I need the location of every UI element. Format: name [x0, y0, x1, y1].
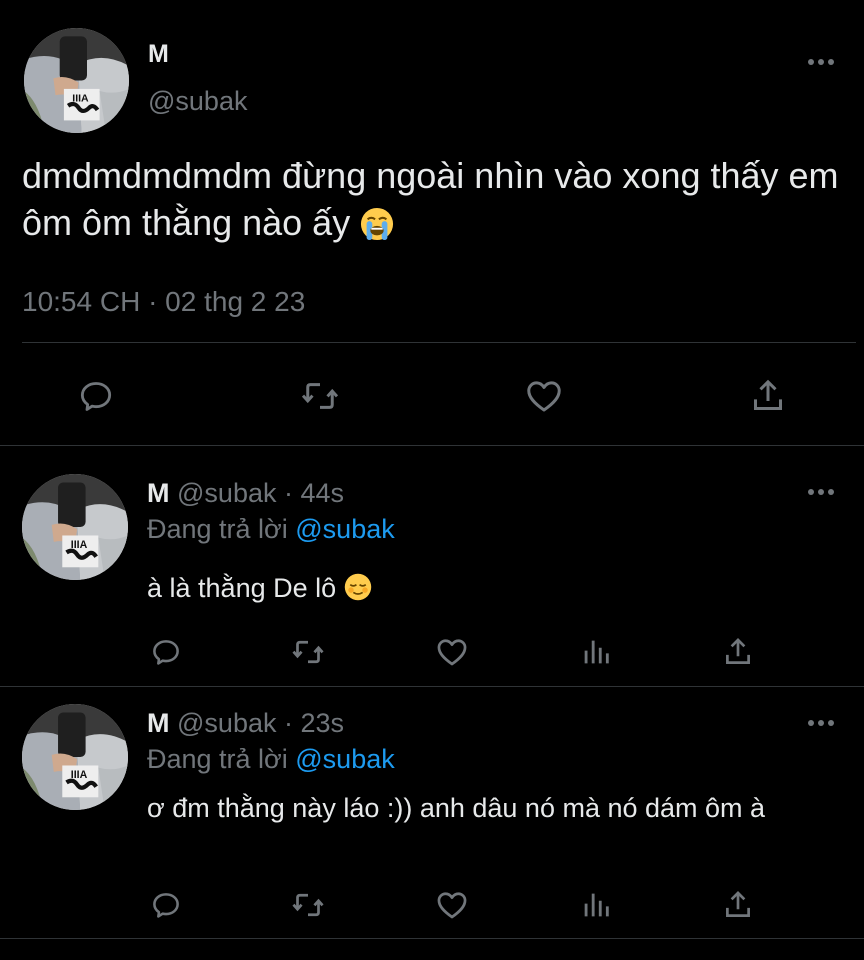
author-handle[interactable]: @subak · 44s: [177, 478, 344, 508]
share-button[interactable]: [718, 883, 758, 927]
replying-to-label: Đang trả lời: [147, 514, 296, 544]
heart-icon: [437, 639, 467, 666]
reply-icon: [80, 382, 112, 411]
heart-icon: [437, 892, 467, 919]
analytics-button[interactable]: [576, 883, 616, 927]
reply-button[interactable]: [146, 883, 186, 927]
author-handle[interactable]: @subak · 23s: [177, 708, 344, 738]
reply-tweet[interactable]: M @subak · 44s Đang trả lời @subak à là …: [0, 446, 864, 686]
author-name[interactable]: M: [148, 40, 169, 69]
analytics-button[interactable]: [576, 630, 616, 674]
avatar[interactable]: [22, 704, 128, 810]
retweet-icon: [292, 640, 324, 664]
share-icon: [754, 379, 782, 410]
heart-icon: [527, 381, 561, 412]
more-options-icon[interactable]: [806, 715, 836, 731]
like-button[interactable]: [432, 883, 472, 927]
tweet-text: dmdmdmdmdm đừng ngoài nhìn vào xong thấy…: [22, 152, 860, 246]
avatar[interactable]: [22, 474, 128, 580]
reply-tweet[interactable]: M @subak · 23s Đang trả lời @subak ơ đm …: [0, 687, 864, 937]
retweet-icon: [292, 893, 324, 917]
reply-header: M @subak · 44s: [147, 478, 344, 509]
retweet-icon: [301, 383, 339, 409]
tweet-actions: [0, 360, 864, 430]
tweet-actions: [0, 883, 864, 927]
main-tweet[interactable]: M @subak dmdmdmdmdm đừng ngoài nhìn vào …: [0, 0, 864, 445]
replying-to: Đang trả lời @subak: [147, 744, 395, 775]
relieved-face-icon: [344, 573, 371, 601]
replying-to-label: Đang trả lời: [147, 744, 296, 774]
retweet-button[interactable]: [288, 883, 328, 927]
tweet-text: ơ đm thằng này láo :)) anh dâu nó mà nó …: [147, 793, 766, 823]
avatar[interactable]: [24, 28, 129, 133]
share-button[interactable]: [746, 374, 790, 418]
tweet-text-content: à là thằng De lô: [147, 573, 337, 603]
loudly-crying-face-icon: [361, 207, 394, 241]
share-icon: [726, 891, 750, 917]
retweet-button[interactable]: [288, 630, 328, 674]
replying-to: Đang trả lời @subak: [147, 514, 395, 545]
reply-button[interactable]: [146, 630, 186, 674]
reply-header: M @subak · 23s: [147, 708, 344, 739]
mention-link[interactable]: @subak: [295, 514, 394, 544]
tweet-thread: M @subak dmdmdmdmdm đừng ngoài nhìn vào …: [0, 0, 864, 960]
author-name[interactable]: M: [147, 708, 170, 738]
tweet-timestamp[interactable]: 10:54 CH · 02 thg 2 23: [22, 286, 305, 318]
more-options-icon[interactable]: [806, 484, 836, 500]
tweet-text-content: dmdmdmdmdm đừng ngoài nhìn vào xong thấy…: [22, 155, 839, 243]
tweet-text: à là thằng De lô: [147, 570, 847, 606]
retweet-button[interactable]: [298, 374, 342, 418]
like-button[interactable]: [522, 374, 566, 418]
reply-button[interactable]: [74, 374, 118, 418]
tweet-actions: [0, 630, 864, 674]
reply-icon: [153, 640, 179, 665]
analytics-icon: [584, 893, 609, 917]
share-button[interactable]: [718, 630, 758, 674]
share-icon: [726, 638, 750, 664]
more-options-icon[interactable]: [806, 54, 836, 70]
divider: [22, 342, 856, 343]
author-handle[interactable]: @subak: [148, 86, 247, 117]
author-name[interactable]: M: [147, 478, 170, 508]
like-button[interactable]: [432, 630, 472, 674]
analytics-icon: [584, 640, 609, 664]
mention-link[interactable]: @subak: [295, 744, 394, 774]
divider: [0, 938, 864, 939]
reply-icon: [153, 893, 179, 918]
